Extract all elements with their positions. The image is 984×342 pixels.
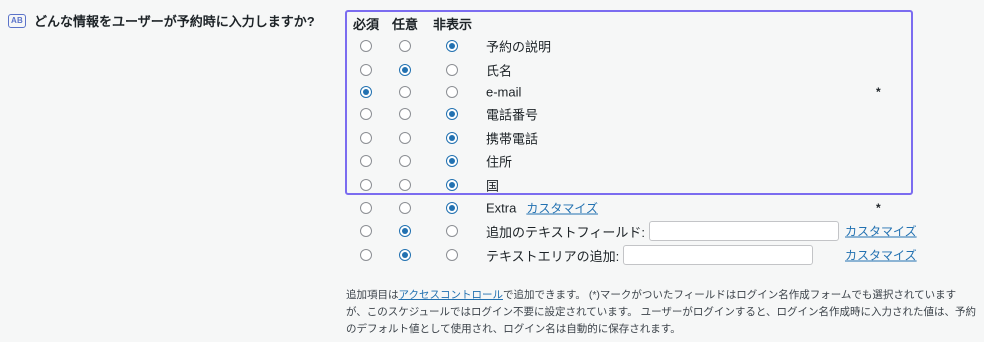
login-form-marker: * — [876, 201, 881, 215]
radio-required[interactable] — [360, 249, 372, 261]
field-label: 追加のテキストフィールド: — [486, 224, 645, 240]
customize-link[interactable]: カスタマイズ — [845, 223, 917, 240]
radio-optional[interactable] — [399, 155, 411, 167]
radio-optional[interactable] — [399, 225, 411, 237]
login-form-marker: * — [876, 85, 881, 99]
field-row: 携帯電話 — [0, 127, 984, 149]
radio-required[interactable] — [360, 132, 372, 144]
radio-hidden[interactable] — [446, 202, 458, 214]
header-optional: 任意 — [392, 17, 419, 32]
field-label-wrap: 携帯電話 — [486, 129, 538, 148]
radio-optional[interactable] — [399, 249, 411, 261]
field-row: e-mail * — [0, 81, 984, 103]
field-label: 予約の説明 — [486, 39, 552, 55]
field-row: 電話番号 — [0, 103, 984, 125]
access-control-link[interactable]: アクセスコントロール — [399, 289, 503, 301]
customize-link[interactable]: カスタマイズ — [526, 200, 598, 217]
field-label: 住所 — [486, 154, 513, 170]
radio-hidden[interactable] — [446, 132, 458, 144]
radio-optional[interactable] — [399, 86, 411, 98]
ab-test-icon: AB — [8, 13, 26, 28]
field-row: テキストエリアの追加: カスタマイズ — [0, 244, 984, 266]
question-text: どんな情報をユーザーが予約時に入力しますか? — [34, 14, 315, 29]
field-label-wrap: e-mail — [486, 85, 521, 100]
customize-link[interactable]: カスタマイズ — [845, 247, 917, 264]
question-label: AB どんな情報をユーザーが予約時に入力しますか? — [8, 11, 315, 30]
extra-field-input[interactable] — [648, 221, 839, 241]
radio-hidden[interactable] — [446, 86, 458, 98]
field-label: テキストエリアの追加: — [486, 248, 620, 264]
radio-hidden[interactable] — [446, 225, 458, 237]
radio-required[interactable] — [360, 86, 372, 98]
radio-hidden[interactable] — [446, 179, 458, 191]
field-row: 住所 — [0, 150, 984, 172]
radio-required[interactable] — [360, 40, 372, 52]
radio-hidden[interactable] — [446, 155, 458, 167]
radio-hidden[interactable] — [446, 108, 458, 120]
field-label: e-mail — [486, 84, 522, 100]
radio-required[interactable] — [360, 108, 372, 120]
field-row: 予約の説明 — [0, 35, 984, 57]
radio-optional[interactable] — [399, 40, 411, 52]
field-row: 国 — [0, 174, 984, 196]
field-row: Extra カスタマイズ * — [0, 197, 984, 219]
help-note: 追加項目はアクセスコントロールで追加できます。 (*)マークがついたフィールドは… — [346, 287, 976, 338]
field-label: 氏名 — [486, 63, 513, 79]
field-label-wrap: 住所 — [486, 152, 512, 171]
extra-field-input[interactable] — [623, 245, 814, 265]
radio-required[interactable] — [360, 225, 372, 237]
header-hidden: 非表示 — [433, 17, 473, 32]
radio-optional[interactable] — [399, 64, 411, 76]
radio-optional[interactable] — [399, 132, 411, 144]
radio-required[interactable] — [360, 179, 372, 191]
field-label: Extra — [486, 200, 517, 216]
field-label-wrap: 氏名 — [486, 61, 512, 80]
header-required: 必須 — [353, 17, 380, 32]
radio-optional[interactable] — [399, 202, 411, 214]
field-row: 氏名 — [0, 59, 984, 81]
field-label-wrap: Extra カスタマイズ — [486, 200, 598, 217]
radio-hidden[interactable] — [446, 64, 458, 76]
field-label-wrap: 追加のテキストフィールド: — [486, 221, 839, 241]
note-pre: 追加項目は — [346, 289, 399, 301]
radio-required[interactable] — [360, 202, 372, 214]
radio-optional[interactable] — [399, 108, 411, 120]
field-label-wrap: テキストエリアの追加: — [486, 245, 814, 265]
radio-hidden[interactable] — [446, 249, 458, 261]
radio-optional[interactable] — [399, 179, 411, 191]
field-label-wrap: 電話番号 — [486, 105, 538, 124]
radio-required[interactable] — [360, 155, 372, 167]
field-label-wrap: 予約の説明 — [486, 37, 551, 56]
field-label: 携帯電話 — [486, 131, 539, 147]
radio-hidden[interactable] — [446, 40, 458, 52]
field-label: 電話番号 — [486, 107, 539, 123]
field-row: 追加のテキストフィールド: カスタマイズ — [0, 220, 984, 242]
field-label: 国 — [486, 178, 500, 194]
radio-required[interactable] — [360, 64, 372, 76]
field-label-wrap: 国 — [486, 176, 499, 195]
